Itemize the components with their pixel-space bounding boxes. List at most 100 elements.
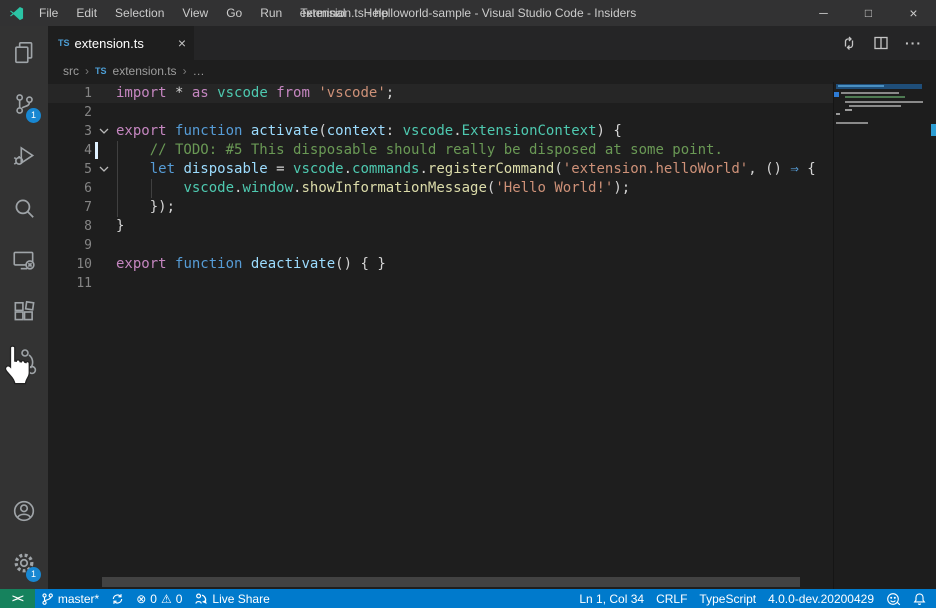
code-text: export function deactivate() { } <box>116 255 386 274</box>
live-share-icon[interactable] <box>0 338 48 390</box>
git-branch-icon <box>41 592 54 606</box>
menu-go[interactable]: Go <box>217 0 251 26</box>
fold-chevron-icon[interactable] <box>92 160 116 179</box>
minimap-line <box>838 85 884 87</box>
overview-ruler-marker <box>931 124 936 136</box>
window-controls: ─ □ × <box>801 0 936 26</box>
code-line-1[interactable]: 1 import * as vscode from 'vscode'; <box>48 84 936 103</box>
explorer-icon[interactable] <box>0 26 48 78</box>
line-number: 5 <box>48 160 92 179</box>
accounts-icon[interactable] <box>0 485 48 537</box>
code-line-7[interactable]: 7 }); <box>48 198 936 217</box>
open-changes-icon[interactable] <box>841 35 857 51</box>
manage-badge: 1 <box>26 567 41 582</box>
indent-guide <box>117 198 118 217</box>
version-label: 4.0.0-dev.20200429 <box>762 589 880 608</box>
status-bar: >< master* ⊗ 0 ⚠ 0 Live Share Ln 1, Col … <box>0 589 936 608</box>
activity-bar-spacer <box>0 390 48 485</box>
line-number: 11 <box>48 274 92 293</box>
typescript-file-icon: TS <box>58 38 70 48</box>
line-number: 4 <box>48 141 92 160</box>
error-icon: ⊗ <box>136 592 146 606</box>
breadcrumb: src › TS extension.ts › … <box>48 60 936 82</box>
tab-label: extension.ts <box>75 36 144 51</box>
minimap-line <box>836 122 868 124</box>
error-count: 0 <box>150 592 157 606</box>
scm-badge: 1 <box>26 108 41 123</box>
breadcrumb-separator: › <box>183 64 187 78</box>
cursor-position[interactable]: Ln 1, Col 34 <box>573 589 650 608</box>
live-share-icon <box>194 592 208 606</box>
close-button[interactable]: × <box>891 0 936 26</box>
remote-indicator[interactable]: >< <box>0 589 35 608</box>
source-control-icon[interactable]: 1 <box>0 78 48 130</box>
code-text: vscode.window.showInformationMessage('He… <box>116 179 630 198</box>
more-actions-icon[interactable]: ··· <box>905 35 922 51</box>
tab-extension-ts[interactable]: TS extension.ts × <box>48 26 194 60</box>
extensions-icon[interactable] <box>0 286 48 338</box>
overview-ruler[interactable] <box>931 82 936 589</box>
problems-indicator[interactable]: ⊗ 0 ⚠ 0 <box>130 589 188 608</box>
code-editor[interactable]: 1 import * as vscode from 'vscode'; 23 expo… <box>48 82 936 589</box>
remote-window-icon: >< <box>12 593 23 605</box>
menu-selection[interactable]: Selection <box>106 0 173 26</box>
live-share-button[interactable]: Live Share <box>188 589 275 608</box>
code-line-9[interactable]: 9 <box>48 236 936 255</box>
indent-guide <box>117 179 118 198</box>
code-text: // TODO: #5 This disposable should reall… <box>116 141 723 160</box>
menu-run[interactable]: Run <box>251 0 291 26</box>
eol-indicator[interactable]: CRLF <box>650 589 693 608</box>
minimap-line <box>845 101 923 103</box>
window-title: extension.ts - helloworld-sample - Visua… <box>300 6 637 20</box>
breadcrumb-symbol[interactable]: … <box>193 64 205 78</box>
minimap[interactable] <box>833 82 931 589</box>
code-line-6[interactable]: 6 vscode.window.showInformationMessage('… <box>48 179 936 198</box>
line-number: 9 <box>48 236 92 255</box>
code-line-11[interactable]: 11 <box>48 274 936 293</box>
code-line-2[interactable]: 2 <box>48 103 936 122</box>
minimap-line <box>836 113 840 115</box>
code-line-8[interactable]: 8} <box>48 217 936 236</box>
code-line-3[interactable]: 3 export function activate(context: vscod… <box>48 122 936 141</box>
line-number: 3 <box>48 122 92 141</box>
line-number: 2 <box>48 103 92 122</box>
code-line-10[interactable]: 10 export function deactivate() { } <box>48 255 936 274</box>
tab-close-icon[interactable]: × <box>178 35 186 51</box>
code-line-5[interactable]: 5 let disposable = vscode.commands.regis… <box>48 160 936 179</box>
run-and-debug-icon[interactable] <box>0 130 48 182</box>
fold-chevron-icon[interactable] <box>92 122 116 141</box>
maximize-button[interactable]: □ <box>846 0 891 26</box>
split-editor-icon[interactable] <box>873 35 889 51</box>
sync-button[interactable] <box>105 589 130 608</box>
minimap-line <box>841 92 899 94</box>
breadcrumb-file[interactable]: extension.ts <box>113 64 177 78</box>
typescript-file-icon: TS <box>95 66 107 76</box>
menu-file[interactable]: File <box>30 0 67 26</box>
tab-bar: TS extension.ts × ··· <box>48 26 936 60</box>
minimap-line <box>845 96 905 98</box>
indent-guide <box>117 160 118 179</box>
language-mode[interactable]: TypeScript <box>693 589 762 608</box>
minimize-button[interactable]: ─ <box>801 0 846 26</box>
remote-explorer-icon[interactable] <box>0 234 48 286</box>
minimap-line <box>849 105 901 107</box>
breadcrumb-src[interactable]: src <box>63 64 79 78</box>
code-text: }); <box>116 198 175 217</box>
manage-gear-icon[interactable]: 1 <box>0 537 48 589</box>
line-number: 1 <box>48 84 92 103</box>
menu-edit[interactable]: Edit <box>67 0 106 26</box>
horizontal-scrollbar[interactable] <box>102 577 800 587</box>
code-line-4[interactable]: 4 // TODO: #5 This disposable should rea… <box>48 141 936 160</box>
branch-indicator[interactable]: master* <box>35 589 105 608</box>
code-text: import * as vscode from 'vscode'; <box>116 84 394 103</box>
notifications-button[interactable] <box>907 589 932 608</box>
menu-view[interactable]: View <box>173 0 217 26</box>
feedback-button[interactable] <box>880 589 907 608</box>
code-text: } <box>116 217 124 236</box>
line-number: 10 <box>48 255 92 274</box>
code-text: export function activate(context: vscode… <box>116 122 622 141</box>
search-icon[interactable] <box>0 182 48 234</box>
breadcrumb-separator: › <box>85 64 89 78</box>
line-number: 8 <box>48 217 92 236</box>
sync-icon <box>111 592 124 606</box>
